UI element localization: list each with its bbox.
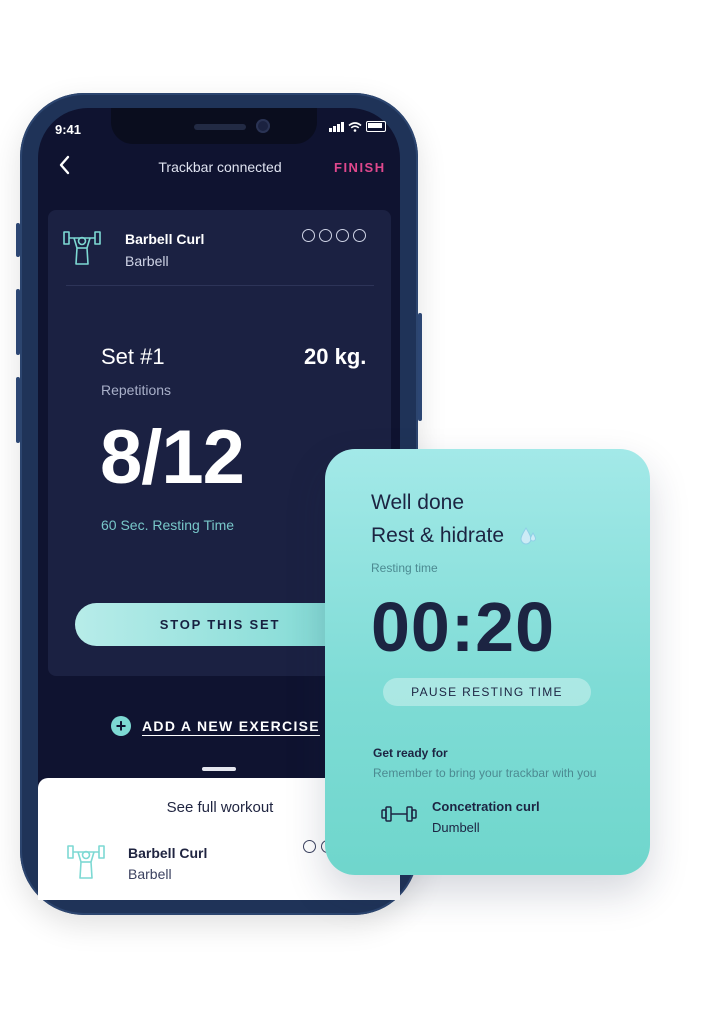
power-button [418,313,422,421]
add-exercise-link[interactable]: ADD A NEW EXERCISE [142,718,320,734]
speaker [194,124,246,130]
repetitions-label: Repetitions [101,382,172,398]
rest-title-line1: Well done [371,491,465,514]
barbell-curl-icon [67,845,105,879]
front-camera [256,119,270,133]
set-circle [319,229,332,242]
volume-up-button [16,289,20,355]
battery-icon [366,121,386,132]
dumbbell-icon [381,806,417,822]
resting-time-label: Resting time [371,561,438,575]
plus-circle-icon[interactable]: + [111,716,131,736]
pause-resting-button[interactable]: PAUSE RESTING TIME [383,678,591,706]
wifi-icon [348,121,362,132]
get-ready-note: Remember to bring your trackbar with you [373,766,597,780]
set-circle [302,229,315,242]
set-circle [336,229,349,242]
get-ready-label: Get ready for [373,746,448,760]
set-circle [353,229,366,242]
volume-down-button [16,377,20,443]
sheet-exercise-equipment: Barbell [128,866,172,882]
rest-timer: 00:20 [371,588,556,666]
status-time: 9:41 [55,122,82,137]
sheet-exercise-name: Barbell Curl [128,845,208,861]
stop-set-button[interactable]: STOP THIS SET [75,603,365,646]
next-exercise-name: Concetration curl [432,799,540,814]
repetitions-value: 8/12 [100,415,245,500]
card-divider [66,285,374,286]
exercise-name: Barbell Curl [125,231,205,247]
barbell-curl-icon [63,231,101,265]
set-progress-circles [302,229,366,242]
set-weight: 20 kg. [304,344,367,369]
water-drop-icon [520,527,537,545]
next-exercise-equipment: Dumbell [432,820,480,835]
mute-switch [16,223,20,257]
set-label: Set #1 [101,344,165,369]
rest-title-line2: Rest & hidrate [371,524,505,547]
resting-time-note: 60 Sec. Resting Time [101,517,235,533]
sheet-handle[interactable] [202,767,236,771]
signal-icon [329,121,344,132]
status-icons [329,121,386,132]
exercise-equipment: Barbell [125,253,169,269]
finish-button[interactable]: FINISH [334,160,386,175]
set-circle [303,840,316,853]
